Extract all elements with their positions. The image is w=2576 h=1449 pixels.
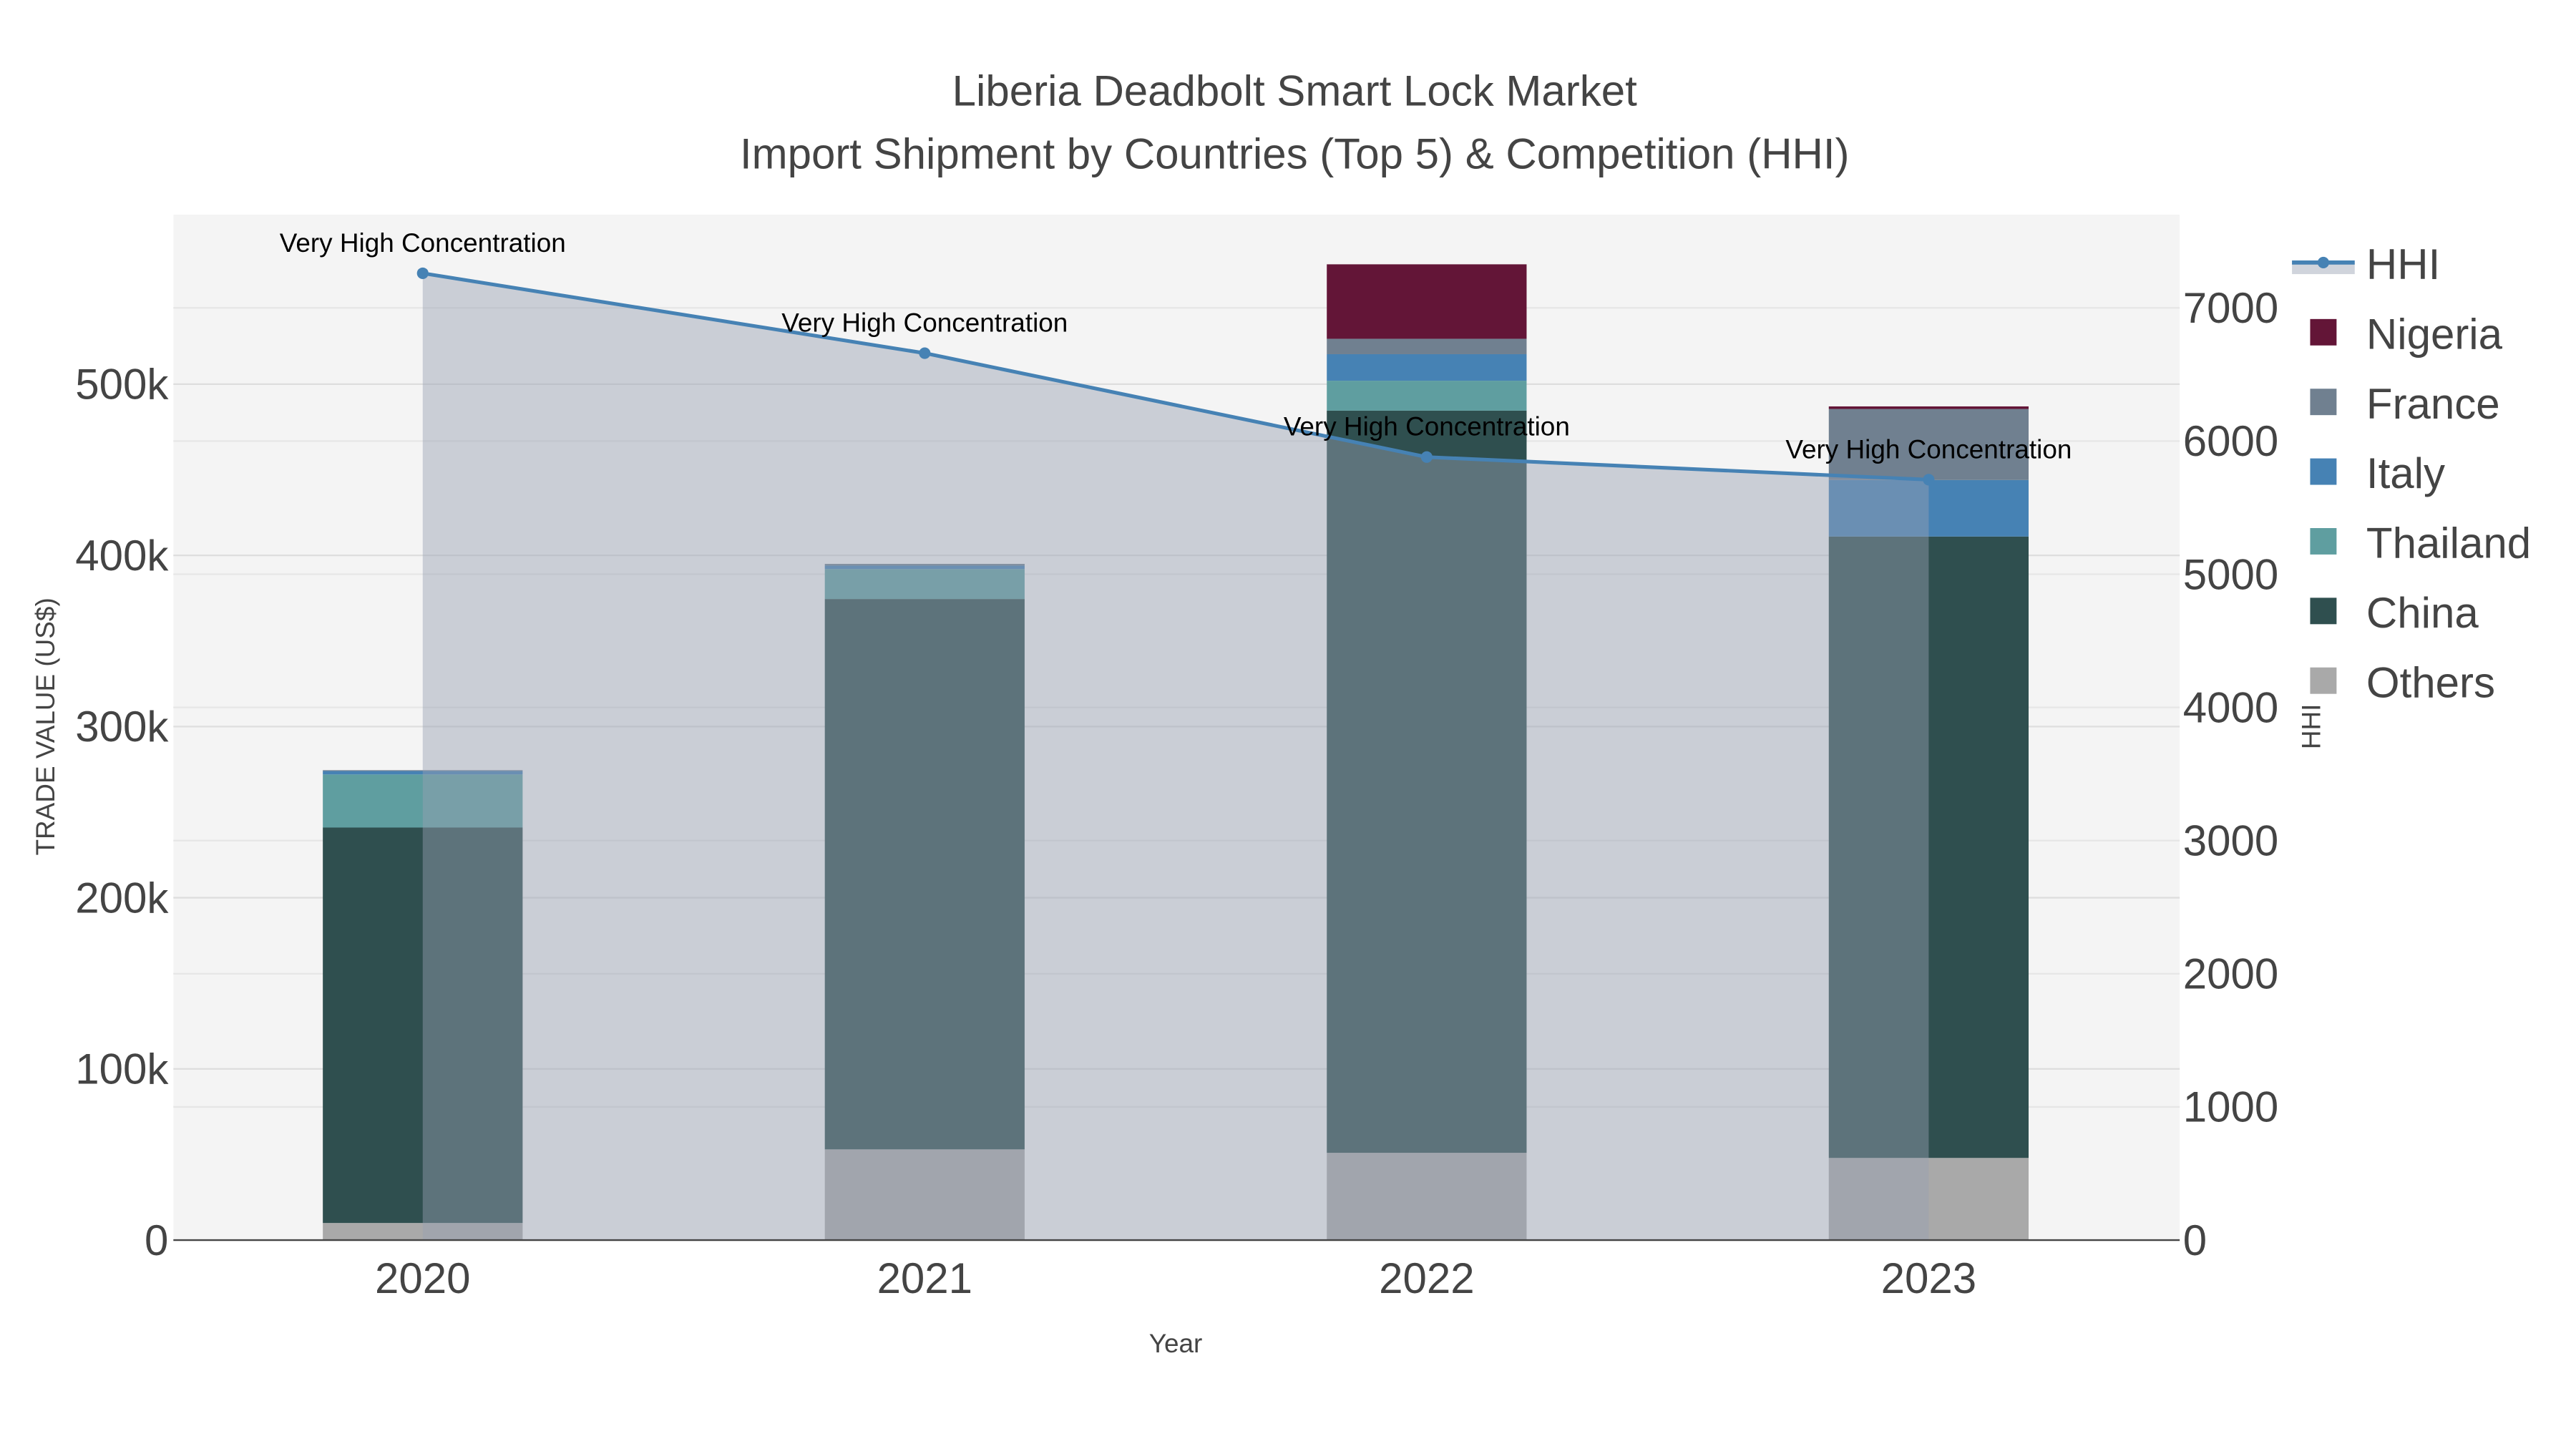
hhi-annotation: Very High Concentration [781,308,1068,338]
hhi-point [416,267,429,279]
y2-tick-label: 4000 [2183,683,2278,731]
legend-label-italy: Italy [2366,449,2445,497]
x-tick-label: 2020 [375,1254,470,1302]
legend-label-others: Others [2366,658,2495,706]
y-tick-label: 200k [75,874,169,922]
bar-nigeria-2023 [1828,406,2029,409]
x-tick-label: 2022 [1379,1254,1474,1302]
x-tick-label: 2021 [877,1254,972,1302]
legend-label-hhi: HHI [2366,240,2440,288]
bar-france-2022 [1327,338,1527,354]
y-tick-label: 400k [75,532,169,580]
legend-swatch-france [2310,389,2337,416]
legend-swatch-china [2310,597,2337,625]
hhi-point [919,347,931,359]
hhi-annotation: Very High Concentration [280,228,566,258]
legend: HHI Nigeria France Italy Thailand China Others [2292,240,2531,706]
y-tick-label: 0 [145,1216,168,1264]
bar-nigeria-2022 [1327,264,1527,339]
legend-swatch-thailand [2310,528,2337,555]
hhi-point [1923,474,1935,486]
bar-italy-2022 [1327,353,1527,381]
y2-tick-label: 0 [2183,1216,2207,1264]
y2-tick-label: 2000 [2183,950,2278,998]
y2-tick-label: 3000 [2183,817,2278,865]
legend-label-nigeria: Nigeria [2366,310,2503,358]
y2-tick-label: 5000 [2183,550,2278,598]
y2-tick-label: 7000 [2183,284,2278,332]
x-tick-label: 2023 [1881,1254,1976,1302]
y-axis-title: TRADE VALUE (US$) [31,597,60,855]
legend-swatch-others [2310,667,2337,694]
chart: Very High Concentration Very High Concent… [31,67,2531,1358]
legend-swatch-italy [2310,458,2337,485]
chart-title-line1: Liberia Deadbolt Smart Lock Market [952,67,1637,115]
y-tick-label: 300k [75,703,169,751]
legend-swatch-nigeria [2310,318,2337,346]
hhi-annotation: Very High Concentration [1284,412,1570,441]
legend-label-china: China [2366,589,2479,637]
x-axis-title: Year [1149,1329,1203,1358]
chart-title-line2: Import Shipment by Countries (Top 5) & C… [740,130,1850,177]
bar-thailand-2022 [1327,381,1527,411]
y2-tick-label: 6000 [2183,417,2278,465]
y2-axis-title: HHI [2296,704,2326,750]
y2-tick-label: 1000 [2183,1083,2278,1131]
legend-label-france: France [2366,380,2500,428]
y-tick-label: 100k [75,1045,169,1093]
hhi-point [1420,451,1433,463]
hhi-annotation: Very High Concentration [1785,434,2072,464]
y-tick-label: 500k [75,361,169,409]
legend-label-thailand: Thailand [2366,519,2531,567]
legend-hhi-marker [2317,256,2329,268]
